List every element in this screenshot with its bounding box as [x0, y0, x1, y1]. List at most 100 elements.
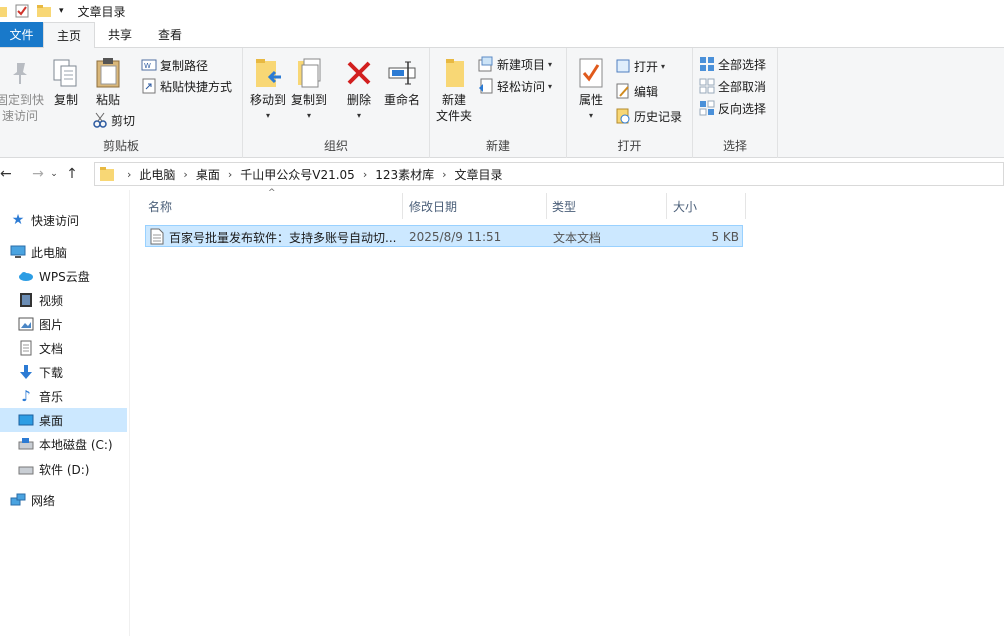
- nav-this-pc[interactable]: 此电脑: [10, 240, 67, 264]
- chevron-right-icon[interactable]: ›: [127, 168, 131, 181]
- rename-button[interactable]: 重命名: [381, 56, 423, 108]
- nav-downloads[interactable]: 下载: [18, 360, 63, 384]
- copy-path-button[interactable]: W 复制路径: [141, 55, 208, 75]
- open-label: 打开: [634, 59, 659, 74]
- column-divider[interactable]: [402, 193, 403, 219]
- column-divider[interactable]: [745, 193, 746, 219]
- nav-music-label: 音乐: [39, 389, 64, 404]
- breadcrumb-current[interactable]: 文章目录: [455, 166, 503, 183]
- breadcrumb-desktop[interactable]: 桌面: [196, 166, 220, 183]
- open-group-label: 打开: [617, 139, 642, 153]
- rename-label: 重命名: [383, 93, 420, 107]
- breadcrumb-this-pc[interactable]: 此电脑: [139, 166, 175, 183]
- nav-downloads-label: 下载: [39, 365, 64, 380]
- drive-icon: [18, 461, 34, 477]
- chevron-right-icon[interactable]: ›: [228, 168, 232, 181]
- breadcrumb-project[interactable]: 千山甲公众号V21.05: [240, 166, 355, 183]
- column-header-type[interactable]: 类型: [552, 193, 576, 219]
- address-row: ← → ⌄ ↑ › 此电脑 › 桌面 › 千山甲公众号V21.05 › 123素…: [0, 158, 1004, 190]
- new-folder-label-1: 新建: [441, 93, 466, 107]
- edit-button[interactable]: 编辑: [615, 81, 658, 101]
- chevron-right-icon[interactable]: ›: [442, 168, 446, 181]
- history-button[interactable]: 历史记录: [615, 106, 682, 126]
- new-folder-icon[interactable]: [37, 4, 51, 18]
- nav-music[interactable]: ♪ 音乐: [18, 384, 63, 408]
- new-folder-button[interactable]: 新建 文件夹: [434, 56, 474, 124]
- nav-network[interactable]: 网络: [10, 488, 55, 512]
- network-icon: [10, 492, 26, 508]
- open-group: 属性 ▾ 打开 ▾ 编辑 历史记录 打开: [567, 48, 693, 158]
- properties-icon[interactable]: [15, 4, 29, 18]
- paste-shortcut-icon: [141, 78, 157, 94]
- move-to-button[interactable]: 移动到 ▾: [248, 56, 288, 124]
- clipboard-group: 固定到快 速访问 复制 粘贴 W 复制路径 粘贴快捷方式 剪切 剪贴板: [0, 48, 243, 158]
- invert-selection-label: 反向选择: [718, 101, 767, 116]
- column-divider[interactable]: [666, 193, 667, 219]
- computer-icon: [10, 244, 26, 260]
- chevron-right-icon[interactable]: ›: [183, 168, 187, 181]
- nav-software-drive[interactable]: 软件 (D:): [18, 457, 89, 481]
- column-header-size[interactable]: 大小: [673, 193, 697, 219]
- file-name[interactable]: 百家号批量发布软件：支持多账号自动切...: [169, 229, 396, 245]
- column-header-name[interactable]: 名称: [148, 193, 172, 219]
- new-item-icon: [478, 56, 494, 72]
- nav-wps-cloud[interactable]: WPS云盘: [18, 264, 90, 288]
- column-header-modified[interactable]: 修改日期: [409, 193, 457, 219]
- nav-wps-cloud-label: WPS云盘: [39, 269, 90, 284]
- svg-text:W: W: [144, 62, 151, 70]
- delete-x-icon: [343, 56, 375, 90]
- new-folder-icon: [438, 56, 470, 90]
- forward-button[interactable]: →: [28, 166, 48, 182]
- copy-to-button[interactable]: 复制到 ▾: [289, 56, 329, 124]
- cloud-icon: [18, 268, 34, 284]
- copy-to-icon: [293, 56, 325, 90]
- copy-button[interactable]: 复制: [50, 56, 82, 108]
- new-item-label: 新建项目: [497, 57, 546, 72]
- nav-quick-access[interactable]: ★ 快速访问: [10, 208, 79, 232]
- nav-documents[interactable]: 文档: [18, 336, 63, 360]
- select-none-button[interactable]: 全部取消: [699, 76, 766, 96]
- invert-selection-icon: [699, 100, 715, 116]
- up-button[interactable]: ↑: [60, 166, 84, 182]
- breadcrumb-library[interactable]: 123素材库: [375, 166, 434, 183]
- tab-view[interactable]: 查看: [145, 22, 195, 47]
- nav-videos[interactable]: 视频: [18, 288, 63, 312]
- chevron-down-icon: ▾: [306, 111, 311, 120]
- chevron-down-icon: ▾: [265, 111, 270, 120]
- nav-pictures[interactable]: 图片: [18, 312, 63, 336]
- new-item-button[interactable]: 新建项目 ▾: [478, 54, 552, 74]
- nav-local-disk[interactable]: 本地磁盘 (C:): [18, 432, 113, 456]
- document-icon: [18, 340, 34, 356]
- paste-shortcut-button[interactable]: 粘贴快捷方式: [141, 76, 232, 96]
- invert-selection-button[interactable]: 反向选择: [699, 98, 766, 118]
- recent-locations-button[interactable]: ⌄: [48, 169, 60, 179]
- easy-access-label: 轻松访问: [497, 79, 546, 94]
- chevron-down-icon: ▾: [548, 59, 553, 69]
- nav-documents-label: 文档: [39, 341, 64, 356]
- chevron-right-icon[interactable]: ›: [363, 168, 367, 181]
- address-bar[interactable]: › 此电脑 › 桌面 › 千山甲公众号V21.05 › 123素材库 › 文章目…: [94, 162, 1004, 186]
- scissors-icon: [92, 112, 108, 128]
- cut-button[interactable]: 剪切: [92, 110, 135, 130]
- tab-file[interactable]: 文件: [0, 22, 43, 47]
- ribbon-tabs: 文件 主页 共享 查看: [0, 22, 1004, 48]
- select-all-button[interactable]: 全部选择: [699, 54, 766, 74]
- easy-access-button[interactable]: 轻松访问 ▾: [478, 76, 552, 96]
- tab-home[interactable]: 主页: [43, 22, 96, 48]
- tab-share[interactable]: 共享: [95, 22, 145, 47]
- edit-icon: [615, 83, 631, 99]
- paste-button[interactable]: 粘贴: [92, 56, 124, 108]
- properties-button[interactable]: 属性 ▾: [575, 56, 607, 124]
- clipboard-group-label: 剪贴板: [102, 139, 139, 153]
- nav-desktop[interactable]: 桌面: [0, 408, 127, 432]
- new-group: 新建 文件夹 新建项目 ▾ 轻松访问 ▾ 新建: [430, 48, 567, 158]
- nav-desktop-label: 桌面: [39, 413, 64, 428]
- chevron-down-icon[interactable]: ▾: [59, 6, 64, 16]
- column-divider[interactable]: [546, 193, 547, 219]
- copy-to-label: 复制到: [290, 93, 327, 107]
- pin-quick-access-button[interactable]: 固定到快 速访问: [0, 56, 46, 124]
- star-icon: ★: [11, 212, 25, 228]
- back-button[interactable]: ←: [0, 166, 14, 182]
- delete-button[interactable]: 删除 ▾: [343, 56, 375, 124]
- open-button[interactable]: 打开 ▾: [615, 56, 665, 76]
